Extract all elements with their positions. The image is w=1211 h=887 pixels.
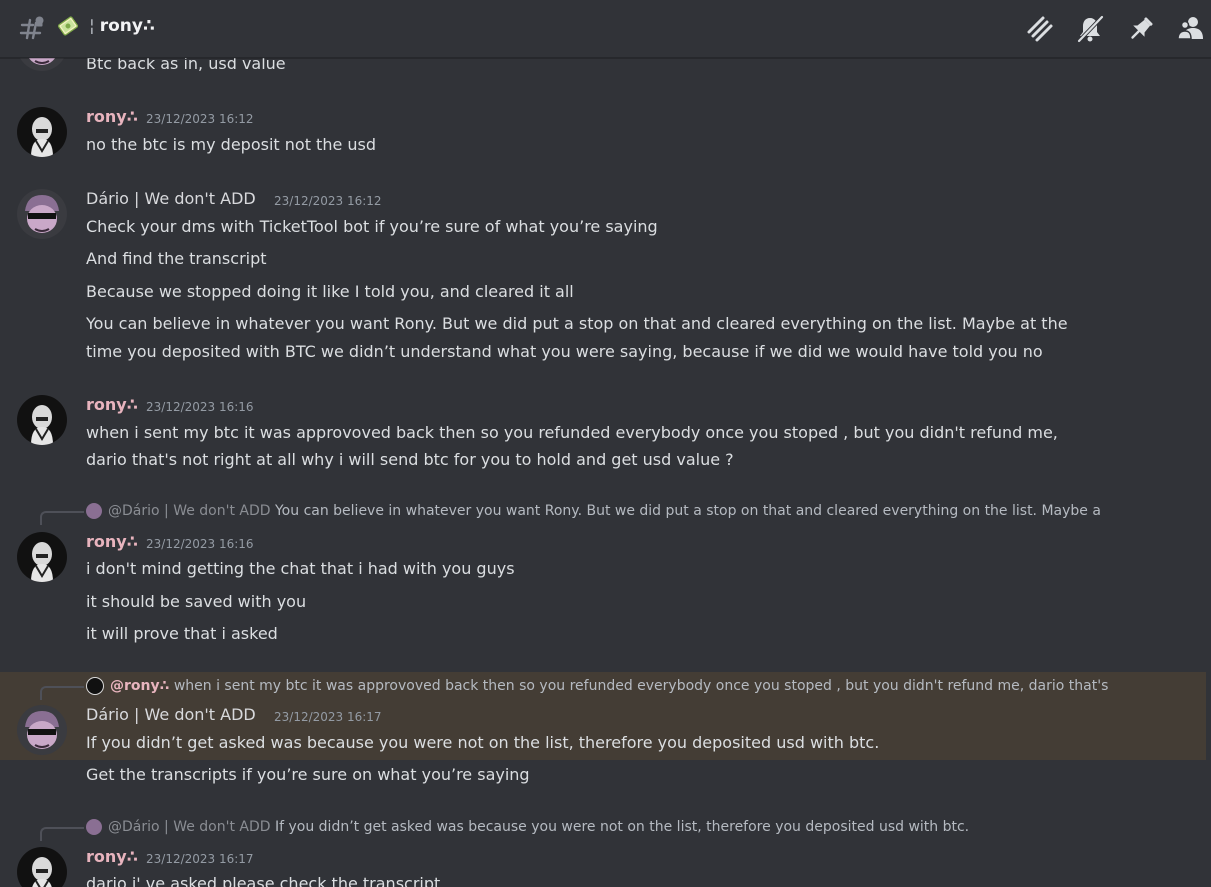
message-list: Btc back as in, usd value rony∴ 23/12/20… bbox=[0, 58, 1211, 887]
threads-icon[interactable] bbox=[1025, 14, 1055, 48]
message-timestamp: 23/12/2023 16:12 bbox=[146, 112, 254, 126]
message-author[interactable]: Dário | We don't ADD bbox=[86, 705, 256, 724]
reply-avatar bbox=[86, 503, 102, 519]
channel-name: ¦ rony∴ bbox=[89, 16, 155, 36]
avatar[interactable] bbox=[17, 189, 67, 239]
message-text: If you didn’t get asked was because you … bbox=[86, 733, 880, 752]
message-author[interactable]: rony∴ bbox=[86, 847, 138, 866]
channel-hash-icon bbox=[18, 14, 46, 46]
message-text: no the btc is my deposit not the usd bbox=[86, 135, 377, 154]
message-text: it will prove that i asked bbox=[86, 624, 278, 643]
message-text: Btc back as in, usd value bbox=[86, 58, 286, 73]
channel-title: rony∴ bbox=[99, 16, 155, 36]
reply-spine bbox=[40, 827, 84, 841]
reply-preview[interactable]: @Dário | We don't ADD If you didn’t get … bbox=[86, 817, 969, 837]
avatar[interactable] bbox=[17, 58, 67, 71]
message-timestamp: 23/12/2023 16:17 bbox=[146, 852, 254, 866]
message-timestamp: 23/12/2023 16:16 bbox=[146, 537, 254, 551]
reply-avatar bbox=[86, 819, 102, 835]
avatar[interactable] bbox=[17, 532, 67, 582]
reply-spine bbox=[40, 511, 84, 525]
reply-author: @rony∴ bbox=[110, 678, 170, 694]
message-timestamp: 23/12/2023 16:16 bbox=[146, 400, 254, 414]
reply-author: @Dário | We don't ADD bbox=[108, 819, 271, 835]
message-timestamp: 23/12/2023 16:17 bbox=[274, 710, 382, 724]
message-author[interactable]: rony∴ bbox=[86, 532, 138, 551]
message-text: it should be saved with you bbox=[86, 592, 307, 611]
avatar[interactable] bbox=[17, 395, 67, 445]
message-text: dario i' ve asked please check the trans… bbox=[86, 874, 441, 887]
message-author[interactable]: rony∴ bbox=[86, 107, 138, 126]
receipt-emoji-icon bbox=[57, 15, 79, 41]
message-text: You can believe in whatever you want Ron… bbox=[86, 314, 1068, 333]
reply-author: @Dário | We don't ADD bbox=[108, 503, 271, 519]
reply-avatar bbox=[86, 677, 104, 695]
message-author[interactable]: Dário | We don't ADD bbox=[86, 189, 256, 208]
avatar[interactable] bbox=[17, 107, 67, 157]
reply-preview[interactable]: @Dário | We don't ADD You can believe in… bbox=[86, 501, 1101, 521]
message-text: And find the transcript bbox=[86, 249, 267, 268]
message-text: dario that's not right at all why i will… bbox=[86, 450, 734, 469]
message-author[interactable]: rony∴ bbox=[86, 395, 138, 414]
pin-icon[interactable] bbox=[1126, 14, 1156, 48]
avatar[interactable] bbox=[17, 847, 67, 887]
message-text: Check your dms with TicketTool bot if yo… bbox=[86, 217, 658, 236]
members-icon[interactable] bbox=[1176, 14, 1206, 48]
channel-separator: ¦ bbox=[89, 16, 95, 36]
mute-bell-icon[interactable] bbox=[1075, 14, 1105, 48]
message-text: Because we stopped doing it like I told … bbox=[86, 282, 574, 301]
message-timestamp: 23/12/2023 16:12 bbox=[274, 194, 382, 208]
avatar[interactable] bbox=[17, 705, 67, 755]
reply-text: If you didn’t get asked was because you … bbox=[274, 819, 970, 835]
message-text: when i sent my btc it was approvoved bac… bbox=[86, 423, 1058, 442]
message-text: time you deposited with BTC we didn’t un… bbox=[86, 342, 1043, 361]
reply-preview[interactable]: @rony∴ when i sent my btc it was approvo… bbox=[86, 676, 1108, 696]
message-text: Get the transcripts if you’re sure on wh… bbox=[86, 765, 530, 784]
channel-header: ¦ rony∴ bbox=[0, 0, 1211, 58]
message-text: i don't mind getting the chat that i had… bbox=[86, 559, 515, 578]
reply-spine bbox=[40, 686, 84, 700]
reply-text: when i sent my btc it was approvoved bac… bbox=[173, 678, 1109, 694]
reply-text: You can believe in whatever you want Ron… bbox=[274, 503, 1101, 519]
